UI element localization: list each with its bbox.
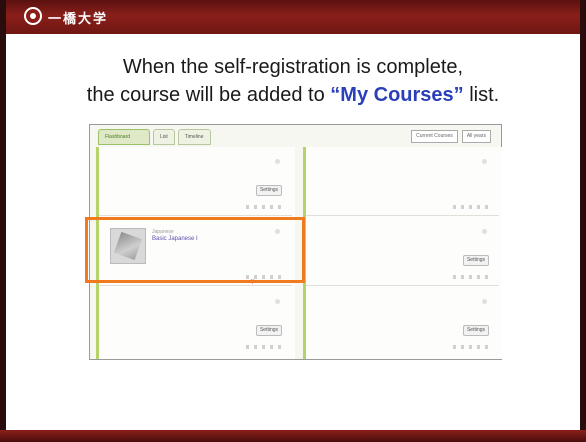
- seal-icon: [24, 7, 42, 25]
- header-bar: 一橋大学: [6, 0, 580, 34]
- university-logo: 一橋大学: [24, 6, 154, 28]
- caption-line-1: When the self-registration is complete,: [122, 56, 464, 78]
- close-icon[interactable]: [275, 159, 280, 164]
- slide: 一橋大学 When the self-registration is compl…: [6, 0, 580, 430]
- filter-selects: Current Courses All years: [411, 130, 491, 143]
- card-actions[interactable]: [453, 205, 489, 209]
- caption-line-2-pre: the course will be added to: [86, 84, 331, 106]
- close-icon[interactable]: [482, 229, 487, 234]
- card-actions[interactable]: [246, 345, 282, 349]
- card-actions[interactable]: [453, 275, 489, 279]
- course-column-right: Settings Settings: [303, 147, 502, 359]
- course-card: Settings: [99, 147, 292, 216]
- caption-line-2: the course will be added to “My Courses”…: [6, 81, 580, 109]
- settings-button[interactable]: Settings: [463, 325, 489, 336]
- course-card: Settings: [99, 287, 292, 355]
- logo-text: 一橋大学: [48, 11, 109, 26]
- footer-bar: [0, 430, 586, 442]
- close-icon[interactable]: [482, 299, 487, 304]
- slide-caption: When the self-registration is complete, …: [6, 53, 580, 109]
- settings-button[interactable]: Settings: [256, 325, 282, 336]
- close-icon[interactable]: [275, 299, 280, 304]
- caption-line-2-post: list.: [463, 84, 500, 106]
- view-tabs: Flashboard List Timeline: [98, 129, 211, 145]
- tab-list[interactable]: List: [153, 129, 175, 145]
- year-filter-select[interactable]: All years: [461, 130, 491, 143]
- tab-timeline[interactable]: Timeline: [177, 129, 211, 145]
- settings-button[interactable]: Settings: [256, 185, 282, 196]
- card-actions[interactable]: [246, 205, 282, 209]
- course-card: Settings: [306, 217, 499, 286]
- course-card: Settings: [306, 287, 499, 355]
- caption-highlight: “My Courses”: [330, 84, 464, 106]
- course-card: [306, 147, 499, 216]
- course-filter-select[interactable]: Current Courses: [411, 130, 458, 143]
- tab-flashboard[interactable]: Flashboard: [98, 129, 150, 145]
- card-actions[interactable]: [453, 345, 489, 349]
- settings-button[interactable]: Settings: [463, 255, 489, 266]
- highlight-box: [85, 217, 305, 283]
- close-icon[interactable]: [482, 159, 487, 164]
